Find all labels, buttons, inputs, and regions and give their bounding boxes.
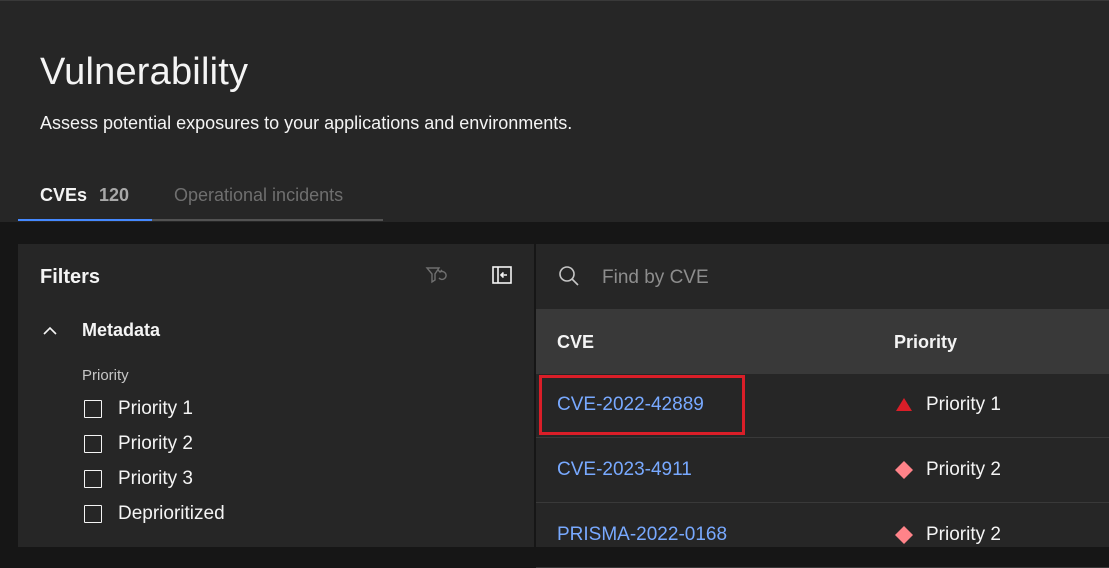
priority-cell: Priority 2 [894, 524, 1001, 546]
priority-3-checkbox[interactable]: Priority 3 [84, 468, 193, 490]
filter-reset-icon[interactable] [422, 261, 450, 289]
triangle-icon [896, 398, 912, 411]
priority-group-label: Priority [82, 367, 129, 384]
diamond-icon [895, 461, 913, 479]
checkbox-box[interactable] [84, 470, 102, 488]
table-row: CVE-2022-42889 Priority 1 [536, 374, 1109, 438]
priority-label: Priority 2 [926, 524, 1001, 545]
priority-label: Priority 1 [926, 394, 1001, 415]
tab-operational-incidents[interactable]: Operational incidents [152, 171, 383, 221]
collapse-panel-icon-svg [492, 266, 512, 284]
page-subtitle: Assess potential exposures to your appli… [40, 113, 573, 133]
column-header-priority[interactable]: Priority [894, 332, 957, 353]
filter-reset-icon-svg [425, 267, 447, 284]
results-panel: CVE Priority CVE-2022-42889 Priority 1 C… [536, 244, 1109, 568]
collapse-panel-icon[interactable] [488, 261, 516, 289]
cve-link[interactable]: CVE-2022-42889 [557, 394, 704, 416]
checkbox-box[interactable] [84, 505, 102, 523]
filters-title: Filters [40, 266, 101, 288]
search-icon [559, 266, 579, 286]
checkbox-box[interactable] [84, 435, 102, 453]
cve-link[interactable]: PRISMA-2022-0168 [557, 524, 727, 546]
priority-2-label: Priority 2 [118, 433, 193, 454]
column-header-cve[interactable]: CVE [557, 332, 594, 353]
table-header: CVE Priority [536, 310, 1109, 374]
page-title: Vulnerability [40, 51, 249, 93]
cve-link[interactable]: CVE-2023-4911 [557, 459, 692, 481]
page-header: Vulnerability Assess potential exposures… [0, 0, 1109, 222]
tab-cves-count: 120 [99, 184, 130, 205]
metadata-section-label: Metadata [82, 320, 161, 340]
search-input[interactable] [600, 262, 1084, 294]
tab-operational-incidents-label: Operational incidents [174, 184, 344, 205]
search-bar [536, 244, 1109, 310]
tab-cves[interactable]: CVEs 120 [18, 171, 152, 221]
priority-1-checkbox[interactable]: Priority 1 [84, 398, 193, 420]
filters-panel: Filters Metadata Priority Priority 1 Pri… [18, 244, 534, 547]
metadata-section-toggle[interactable]: Metadata [40, 320, 160, 341]
priority-label: Priority 2 [926, 459, 1001, 480]
diamond-icon [895, 526, 913, 544]
priority-cell: Priority 2 [894, 459, 1001, 481]
deprioritized-checkbox[interactable]: Deprioritized [84, 503, 225, 525]
checkbox-box[interactable] [84, 400, 102, 418]
deprioritized-label: Deprioritized [118, 503, 225, 524]
priority-3-label: Priority 3 [118, 468, 193, 489]
chevron-up-icon [43, 326, 57, 335]
table-row: PRISMA-2022-0168 Priority 2 [536, 504, 1109, 568]
priority-cell: Priority 1 [894, 394, 1001, 416]
priority-1-label: Priority 1 [118, 398, 193, 419]
tab-list: CVEs 120 Operational incidents [18, 171, 383, 223]
tab-cves-label: CVEs [40, 184, 88, 205]
table-row: CVE-2023-4911 Priority 2 [536, 439, 1109, 503]
priority-2-checkbox[interactable]: Priority 2 [84, 433, 193, 455]
